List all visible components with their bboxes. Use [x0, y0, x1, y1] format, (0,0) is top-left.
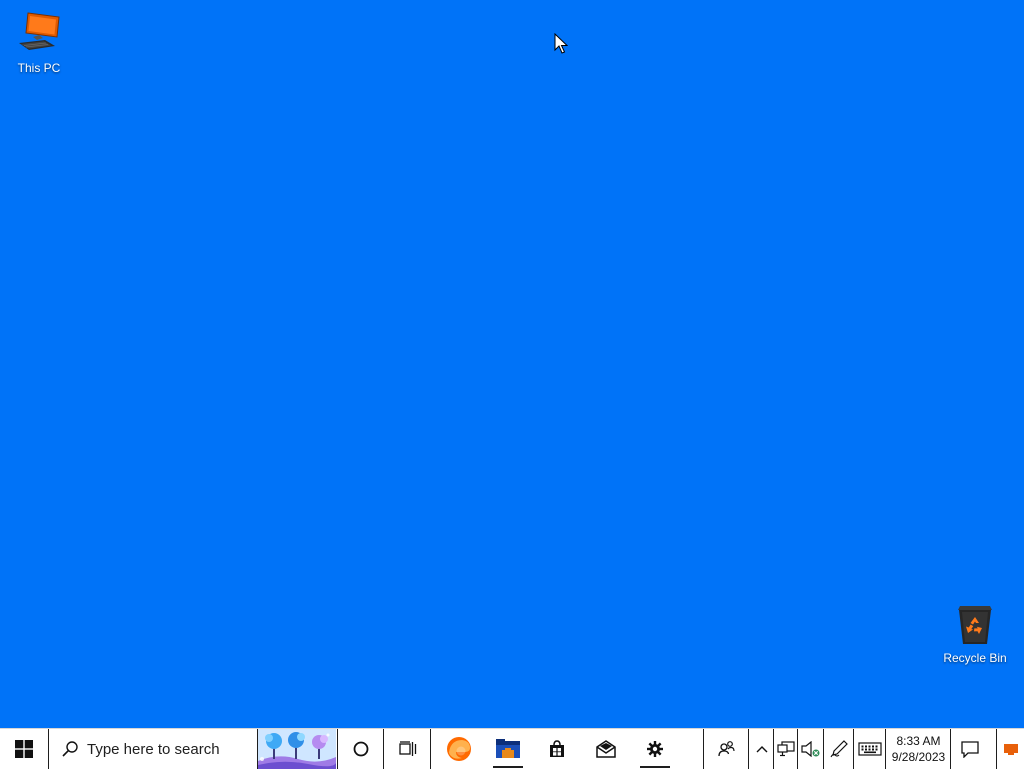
taskbar-app-mail[interactable]: [582, 729, 630, 769]
volume-muted-icon: [800, 741, 819, 757]
notification-icon: [961, 741, 979, 758]
show-desktop-button[interactable]: [996, 729, 1024, 769]
windows-ink-button[interactable]: [824, 729, 854, 769]
taskbar-app-file-explorer[interactable]: [484, 729, 532, 769]
recycle-bin-icon: [958, 606, 992, 644]
desktop-icon-this-pc[interactable]: This PC: [1, 10, 77, 75]
task-view-icon: [398, 741, 416, 756]
show-hidden-icons-button[interactable]: [750, 729, 774, 769]
search-highlight-image[interactable]: [258, 729, 336, 769]
search-box[interactable]: Type here to search: [48, 729, 258, 769]
taskbar-app-edge[interactable]: [435, 729, 483, 769]
taskbar-app-settings[interactable]: [631, 729, 679, 769]
search-placeholder: Type here to search: [87, 740, 220, 758]
task-view-button[interactable]: [385, 729, 431, 769]
start-button[interactable]: [0, 729, 48, 769]
search-icon: [62, 741, 78, 757]
taskbar: Type here to search 8:33 AM 9/28/2023: [0, 728, 1024, 769]
desktop-icon-label: Recycle Bin: [943, 651, 1007, 665]
clock-date: 9/28/2023: [891, 750, 946, 764]
volume-button[interactable]: [798, 729, 824, 769]
computer-icon: [19, 12, 60, 50]
mail-icon: [596, 740, 616, 758]
chevron-up-icon: [756, 746, 767, 753]
network-status-button[interactable]: [774, 729, 798, 769]
desktop[interactable]: This PC Recycle Bin: [0, 0, 1024, 728]
store-icon: [550, 740, 564, 757]
cortana-button[interactable]: [337, 729, 384, 769]
people-icon: [718, 741, 735, 757]
touch-keyboard-button[interactable]: [854, 729, 886, 769]
pen-icon: [830, 740, 848, 758]
clock[interactable]: 8:33 AM 9/28/2023: [887, 729, 951, 769]
desktop-preview-icon: [1003, 744, 1018, 755]
file-explorer-icon: [496, 739, 520, 758]
action-center-button[interactable]: [952, 729, 988, 769]
clock-time: 8:33 AM: [896, 734, 941, 748]
network-icon: [776, 741, 795, 757]
edge-icon: [447, 737, 471, 761]
cortana-icon: [353, 741, 368, 757]
desktop-icon-label: This PC: [17, 61, 61, 75]
taskbar-app-store[interactable]: [533, 729, 581, 769]
mouse-cursor-icon: [554, 33, 568, 54]
keyboard-icon: [857, 742, 882, 756]
windows-logo-icon: [15, 740, 33, 758]
settings-icon: [647, 741, 663, 757]
desktop-icon-recycle-bin[interactable]: Recycle Bin: [937, 600, 1013, 665]
people-button[interactable]: [703, 729, 749, 769]
search-highlight-illustration: [258, 729, 336, 769]
